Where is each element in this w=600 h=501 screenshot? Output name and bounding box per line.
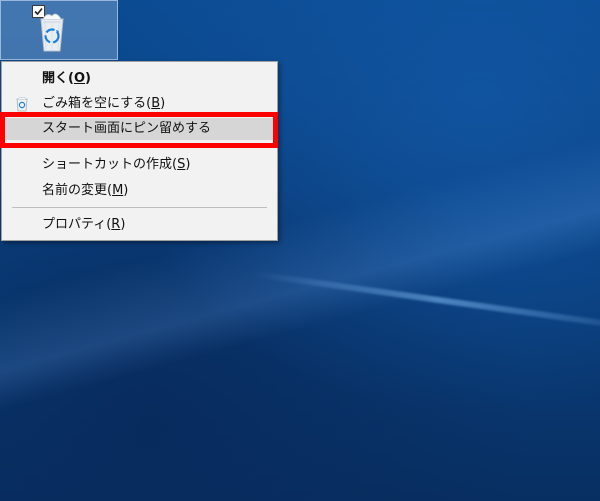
menu-item-properties[interactable]: プロパティ(R) — [4, 214, 275, 236]
menu-item-open[interactable]: 開く(O) — [4, 68, 275, 90]
menu-item-label: 開く(O) — [42, 71, 91, 86]
menu-separator — [12, 145, 267, 146]
menu-item-rename[interactable]: 名前の変更(M) — [4, 180, 275, 202]
recycle-bin-desktop-icon[interactable] — [0, 0, 118, 60]
context-menu: 開く(O) ごみ箱を空にする(B) スタート画面にピン留めする ショートカットの… — [1, 61, 278, 241]
menu-item-label: 名前の変更(M) — [42, 183, 129, 198]
menu-item-label: ごみ箱を空にする(B) — [42, 96, 166, 111]
recycle-bin-icon — [40, 13, 64, 52]
menu-item-label: ショートカットの作成(S) — [42, 157, 191, 172]
recycle-bin-small-icon — [16, 96, 28, 112]
menu-separator — [12, 207, 267, 208]
menu-item-label: プロパティ(R) — [42, 217, 126, 232]
wallpaper-light-beam — [251, 270, 600, 336]
menu-item-label: スタート画面にピン留めする — [42, 121, 212, 136]
menu-item-empty-recycle-bin[interactable]: ごみ箱を空にする(B) — [4, 93, 275, 115]
menu-item-pin-to-start[interactable]: スタート画面にピン留めする — [4, 118, 275, 140]
menu-item-create-shortcut[interactable]: ショートカットの作成(S) — [4, 154, 275, 176]
